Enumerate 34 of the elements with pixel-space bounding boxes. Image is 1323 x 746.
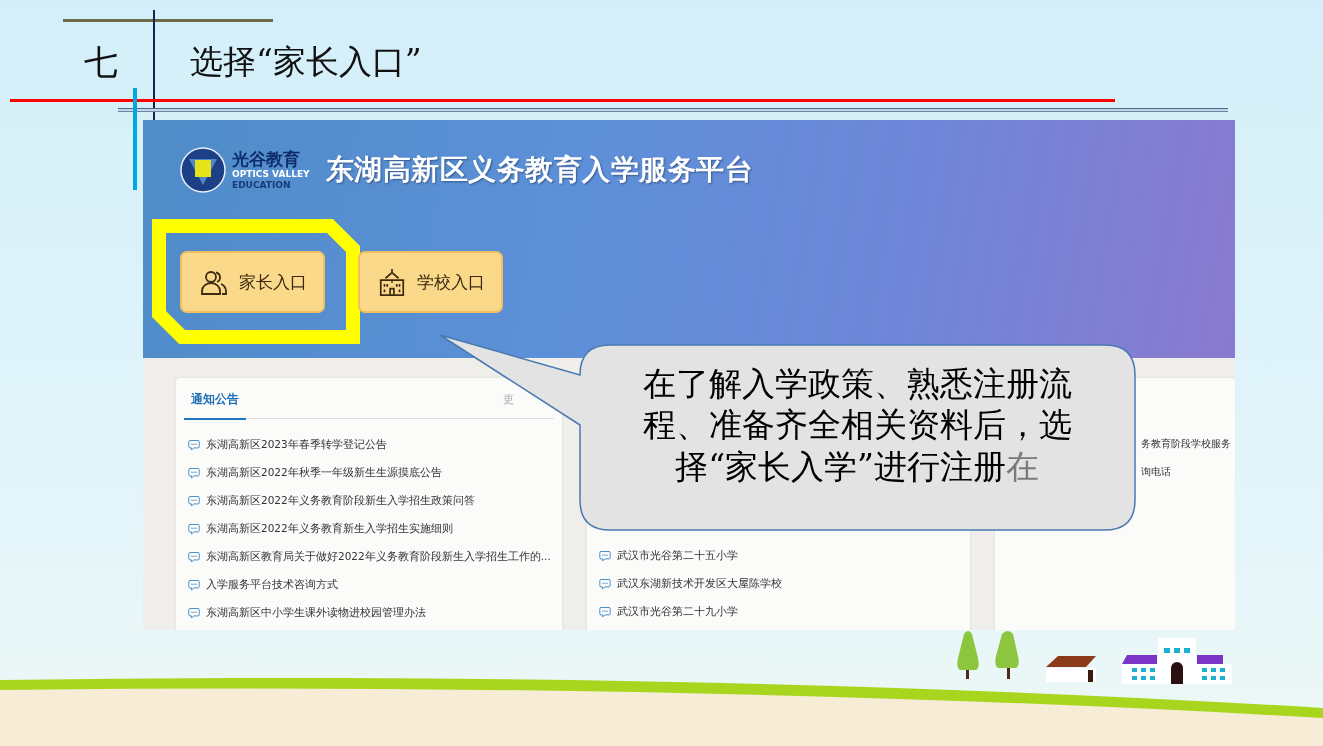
- notice-link[interactable]: 东湖高新区2022年义务教育阶段新生入学招生政策问答: [206, 494, 475, 508]
- school-entry-button[interactable]: 学校入口: [358, 251, 503, 313]
- notice-link[interactable]: 务教育阶段学校服务: [1141, 437, 1231, 451]
- panel-tab[interactable]: 通知公告: [184, 390, 246, 420]
- chat-icon: [188, 523, 200, 535]
- notice-link[interactable]: 武汉市光谷第二十五小学: [617, 549, 738, 563]
- notice-link[interactable]: 东湖高新区教育局关于做好2022年义务教育阶段新生入学招生工作的...: [206, 550, 551, 564]
- logo-name: 光谷教育: [232, 150, 301, 168]
- parent-entry-button[interactable]: 家长入口: [180, 251, 325, 313]
- callout-text: 在了解入学政策、熟悉注册流程、准备齐全相关资料后，选择“家长入学”进行注册在: [641, 363, 1073, 487]
- notice-link[interactable]: 东湖高新区2022年义务教育新生入学招生实施细则: [206, 522, 453, 536]
- site-title: 东湖高新区义务教育入学服务平台: [325, 152, 754, 188]
- notice-link[interactable]: 东湖高新区中小学生课外读物进校园管理办法: [206, 606, 426, 620]
- notice-link[interactable]: 武汉东湖新技术开发区大屋陈学校: [617, 577, 782, 591]
- chat-icon: [188, 439, 200, 451]
- logo-english-text: EDUCATION: [232, 180, 292, 190]
- chat-icon: [599, 550, 611, 562]
- notice-link[interactable]: 东湖高新区2023年春季转学登记公告: [206, 438, 387, 452]
- logo-emblem-icon: [180, 147, 226, 193]
- notice-link[interactable]: 东湖高新区2022年秋季一年级新生生源摸底公告: [206, 466, 442, 480]
- chat-icon: [188, 495, 200, 507]
- chat-icon: [599, 578, 611, 590]
- chat-icon: [188, 579, 200, 591]
- section-number: 七: [84, 41, 118, 84]
- slide-title: 选择“家长入口”: [190, 41, 422, 83]
- notice-link[interactable]: 入学服务平台技术咨询方式: [206, 578, 338, 592]
- school-building-icon: [377, 267, 407, 297]
- notice-link[interactable]: 询电话: [1141, 465, 1171, 479]
- chat-icon: [188, 551, 200, 563]
- notice-link[interactable]: 武汉市光谷第二十九小学: [617, 605, 738, 619]
- chat-icon: [188, 467, 200, 479]
- logo-english-text: OPTICS VALLEY: [232, 169, 310, 179]
- chat-icon: [188, 607, 200, 619]
- chat-icon: [599, 606, 611, 618]
